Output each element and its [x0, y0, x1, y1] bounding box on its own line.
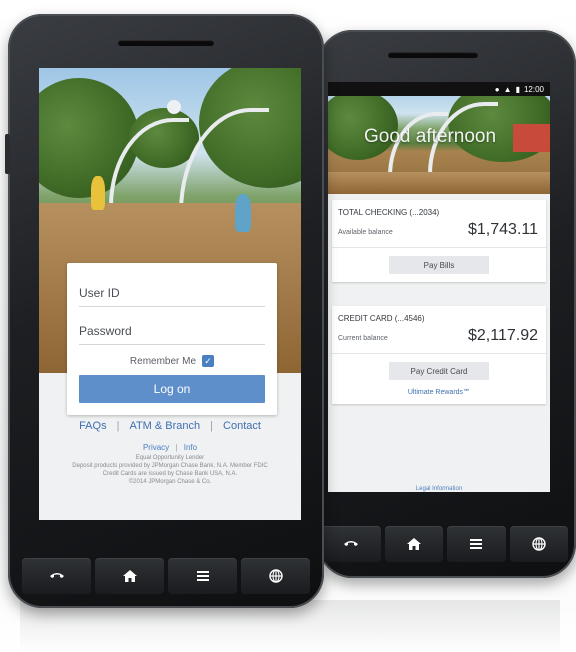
home-icon — [406, 538, 421, 550]
side-button — [5, 134, 10, 174]
balance-row: Available balance $1,743.11 — [332, 217, 546, 248]
login-form: User ID Password Remember Me ✓ Log on — [67, 263, 277, 415]
faqs-link[interactable]: FAQs — [79, 420, 107, 432]
phone-icon — [49, 573, 64, 578]
phone-icon — [344, 541, 359, 546]
home-button[interactable] — [95, 558, 164, 594]
nav-bar — [322, 526, 568, 562]
menu-icon — [196, 571, 209, 581]
status-time: 12:00 — [523, 84, 544, 94]
small-links: Privacy | Info — [39, 444, 301, 452]
back-phone: ● ▲ ▮ 12:00 Good afternoon TOTAL CHECKIN… — [318, 30, 576, 578]
nav-bar — [22, 558, 310, 594]
stage: ● ▲ ▮ 12:00 Good afternoon TOTAL CHECKIN… — [0, 0, 576, 652]
legal-line: Credit Cards are issued by Chase Bank US… — [102, 471, 238, 477]
legal-line: ©2014 JPMorgan Chase & Co. — [128, 479, 212, 485]
browser-button[interactable] — [509, 526, 568, 562]
globe-icon — [268, 569, 283, 583]
account-title: TOTAL CHECKING (...2034) — [338, 208, 440, 217]
link-separator: | — [210, 420, 214, 432]
wifi-icon: ● — [494, 84, 500, 94]
user-id-placeholder: User ID — [79, 286, 120, 300]
globe-icon — [532, 537, 546, 551]
contact-link[interactable]: Contact — [223, 420, 261, 432]
atm-branch-link[interactable]: ATM & Branch — [129, 420, 200, 432]
legal-information-link[interactable]: Legal Information — [328, 486, 550, 492]
link-separator: | — [175, 443, 178, 452]
password-field[interactable]: Password — [79, 311, 265, 345]
credit-card-account-card[interactable]: CREDIT CARD (...4546) Current balance $2… — [332, 306, 546, 404]
footer-links: FAQs | ATM & Branch | Contact — [39, 420, 301, 432]
remember-me-row[interactable]: Remember Me ✓ — [79, 355, 265, 367]
signal-icon: ▲ — [503, 84, 512, 94]
home-icon — [122, 570, 137, 582]
password-placeholder: Password — [79, 324, 132, 338]
menu-button[interactable] — [447, 526, 506, 562]
browser-button[interactable] — [241, 558, 310, 594]
log-on-button[interactable]: Log on — [79, 375, 265, 403]
balance-amount: $2,117.92 — [468, 327, 538, 344]
phone-button[interactable] — [322, 526, 381, 562]
balance-amount: $1,743.11 — [468, 221, 538, 238]
speaker — [388, 52, 478, 58]
speaker — [118, 40, 214, 46]
remember-me-label: Remember Me — [129, 355, 197, 367]
accounts-screen: ● ▲ ▮ 12:00 Good afternoon TOTAL CHECKIN… — [328, 82, 550, 492]
balance-label: Current balance — [338, 335, 388, 342]
legal-text: Privacy | Info Equal Opportunity Lender … — [39, 444, 301, 486]
legal-line: Deposit products provided by JPMorgan Ch… — [72, 463, 268, 469]
status-bar: ● ▲ ▮ 12:00 — [328, 82, 550, 96]
login-screen: User ID Password Remember Me ✓ Log on FA… — [39, 68, 301, 520]
menu-icon — [470, 539, 483, 549]
battery-icon: ▮ — [515, 84, 520, 94]
account-title: CREDIT CARD (...4546) — [338, 314, 425, 323]
front-phone: User ID Password Remember Me ✓ Log on FA… — [5, 14, 324, 608]
info-link[interactable]: Info — [184, 443, 197, 452]
checking-account-card[interactable]: TOTAL CHECKING (...2034) Available balan… — [332, 200, 546, 282]
pay-credit-card-button[interactable]: Pay Credit Card — [389, 362, 489, 380]
user-id-field[interactable]: User ID — [79, 273, 265, 307]
menu-button[interactable] — [168, 558, 237, 594]
link-separator: | — [116, 420, 120, 432]
legal-line: Equal Opportunity Lender — [135, 455, 205, 461]
balance-row: Current balance $2,117.92 — [332, 323, 546, 354]
home-button[interactable] — [384, 526, 443, 562]
ultimate-rewards-link[interactable]: Ultimate Rewards℠ — [332, 388, 546, 404]
balance-label: Available balance — [338, 229, 393, 236]
phone-button[interactable] — [22, 558, 91, 594]
remember-me-checkbox[interactable]: ✓ — [202, 355, 215, 367]
pay-bills-button[interactable]: Pay Bills — [389, 256, 489, 274]
privacy-link[interactable]: Privacy — [143, 443, 169, 452]
greeting-text: Good afternoon — [364, 126, 497, 147]
